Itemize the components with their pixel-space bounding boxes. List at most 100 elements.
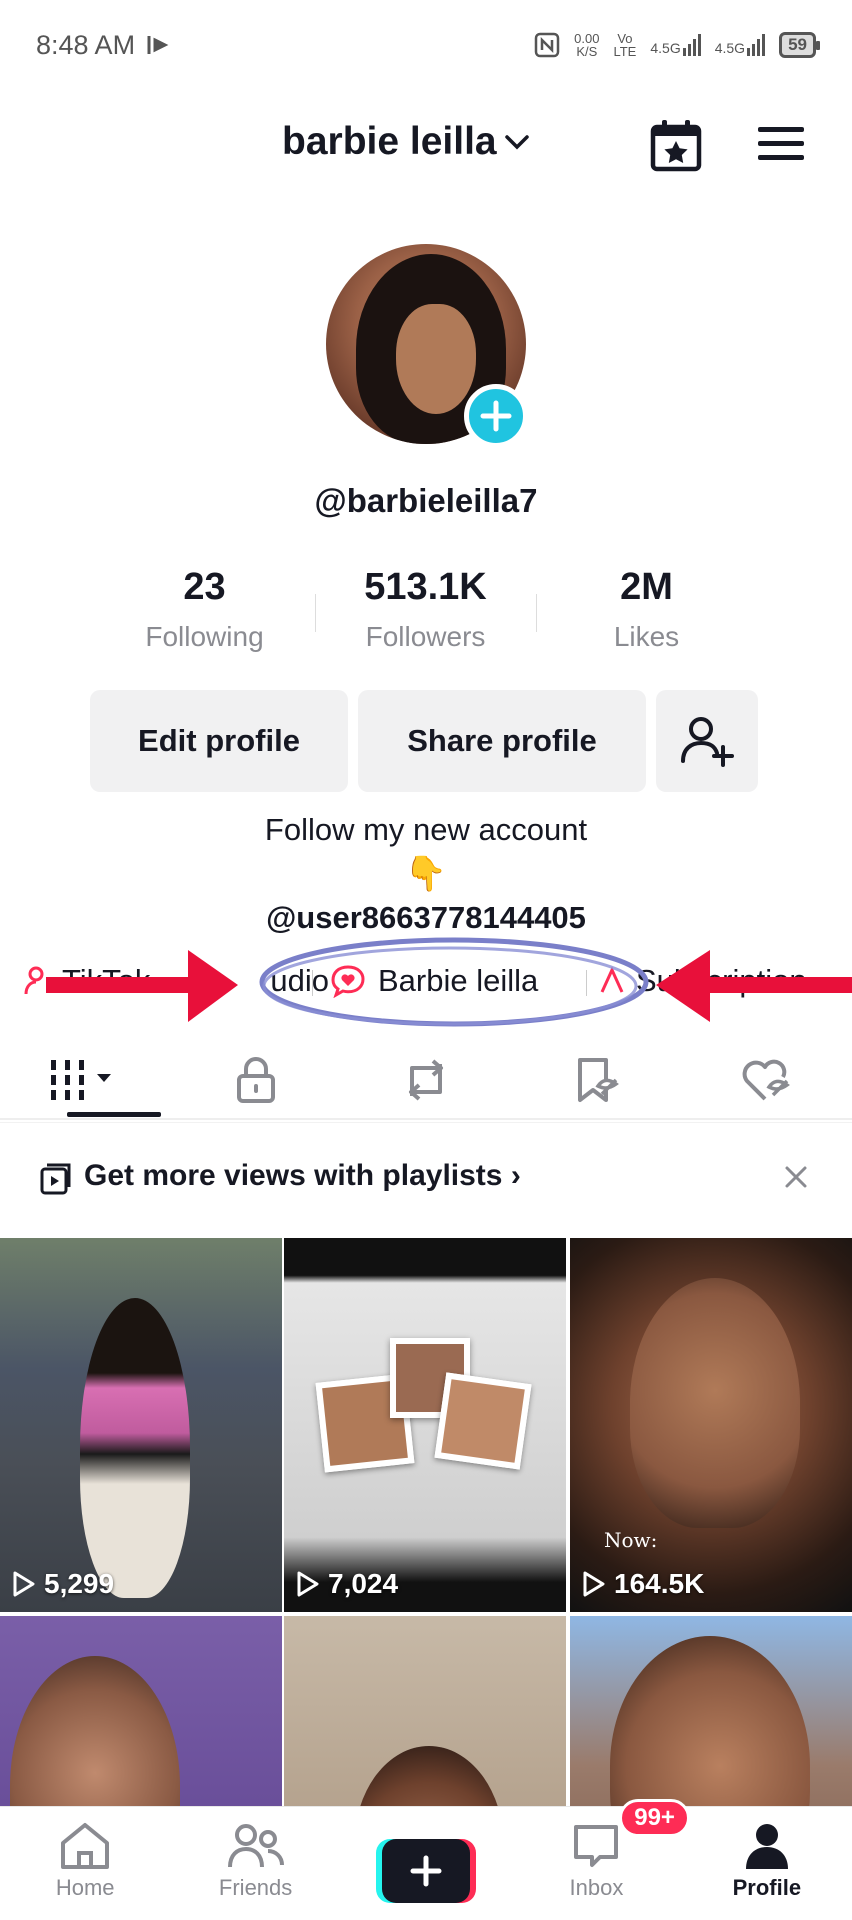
add-story-button[interactable] (464, 384, 528, 448)
bio-emoji: 👇 (404, 855, 448, 893)
chat-heart-icon (331, 965, 365, 998)
edit-profile-button[interactable]: Edit profile (90, 690, 348, 792)
share-profile-button[interactable]: Share profile (358, 690, 646, 792)
status-time: 8:48 AM (36, 29, 136, 60)
avatar-face (396, 304, 476, 414)
stat-label: Followers (365, 621, 486, 652)
link-tiktok-studio[interactable]: TikTok udio (24, 963, 329, 999)
videos-grid-icon (51, 1060, 112, 1100)
link-barbie-leilla[interactable]: Barbie leilla (330, 963, 538, 999)
profile-handle: @barbieleilla7 (314, 482, 538, 519)
playlist-promo-text: Get more views with playlists › (84, 1159, 521, 1193)
nav-profile-label: Profile (732, 1875, 802, 1900)
tab-videos[interactable] (0, 1040, 170, 1120)
stat-label: Following (145, 621, 264, 652)
nav-home-label: Home (55, 1875, 115, 1900)
status-right: 0.00 K/S Vo LTE 4.5G 4.5G 59 (534, 32, 820, 58)
account-switcher[interactable]: barbie leilla (282, 120, 531, 164)
nav-create[interactable] (341, 1807, 511, 1920)
stat-likes[interactable]: 2M Likes (536, 566, 757, 656)
chevron-down-icon (504, 135, 529, 150)
stat-divider (315, 594, 316, 632)
liked-icon (742, 1059, 790, 1101)
profile-icon (745, 1824, 788, 1869)
calendar-star-icon[interactable] (648, 118, 704, 174)
nav-friends-label: Friends (218, 1875, 293, 1900)
nav-profile[interactable]: Profile (682, 1807, 852, 1920)
profile-links-row: TikTok udio Barbie leilla Subscription (0, 958, 852, 1004)
inbox-icon (574, 1825, 619, 1867)
play-icon (13, 1571, 35, 1597)
stat-following[interactable]: 23 Following (94, 566, 315, 656)
signal-2: 4.5G (714, 34, 766, 56)
thumb-figure (80, 1298, 190, 1598)
status-bar: 8:48 AM 0.00 K/S Vo LTE 4.5G 4.5G 59 (0, 0, 852, 90)
profile-stats: 23 Following 513.1K Followers 2M Likes (94, 566, 758, 656)
view-count: 164.5K (582, 1568, 704, 1600)
nfc-icon (534, 32, 560, 58)
thumb-overlay-text: Now: (604, 1528, 658, 1552)
volte-indicator: Vo LTE (613, 32, 636, 58)
thumb-photo (434, 1372, 532, 1470)
video-thumbnail[interactable]: Now: 164.5K (570, 1238, 852, 1612)
nav-inbox-label: Inbox (569, 1875, 624, 1900)
stat-followers[interactable]: 513.1K Followers (315, 566, 536, 656)
add-user-icon (681, 717, 734, 767)
video-thumbnail[interactable]: 7,024 (284, 1238, 566, 1612)
stat-label: Likes (613, 621, 680, 652)
thumb-face (630, 1278, 800, 1528)
plus-icon (480, 400, 512, 432)
tab-reposts[interactable] (341, 1040, 511, 1120)
link-studio-label-left: TikTok (62, 963, 151, 998)
account-name: barbie leilla (282, 120, 497, 163)
plus-icon (410, 1855, 442, 1887)
lock-icon (236, 1057, 275, 1103)
nav-inbox[interactable]: 99+ Inbox (511, 1799, 690, 1920)
thumb-photo-collage (315, 1338, 532, 1488)
net-speed: 0.00 K/S (574, 32, 599, 58)
subscription-icon (600, 966, 624, 993)
studio-person-icon (24, 966, 44, 995)
signal-2-label: 4.5G (714, 40, 746, 56)
chevron-right-icon: › (510, 1159, 521, 1192)
tab-liked[interactable] (682, 1040, 852, 1120)
repost-icon (409, 1059, 444, 1101)
play-icon (297, 1571, 319, 1597)
tab-favorites[interactable] (511, 1040, 681, 1120)
signal-bars-icon (682, 34, 701, 56)
playlist-icon (40, 1163, 71, 1195)
friends-icon (227, 1824, 284, 1868)
view-count: 7,024 (296, 1568, 398, 1600)
net-speed-unit: K/S (576, 44, 598, 59)
stat-value: 23 (183, 566, 226, 608)
stat-value: 2M (620, 566, 673, 608)
playlist-promo-banner[interactable]: Get more views with playlists › (0, 1122, 852, 1238)
view-count-value: 5,299 (44, 1568, 115, 1599)
profile-header: barbie leilla (0, 110, 852, 180)
status-left: 8:48 AM (36, 30, 171, 61)
create-button-body (382, 1839, 471, 1903)
app-notification-icon (147, 36, 169, 54)
signal-1: 4.5G (650, 34, 701, 56)
bio-mention[interactable]: @user8663778144405 (0, 900, 852, 936)
close-icon[interactable] (782, 1163, 810, 1191)
content-tabs (0, 1040, 852, 1120)
link-studio-label-right: udio (270, 963, 330, 998)
bio-line: Follow my new account (264, 812, 588, 847)
playlist-promo-label: Get more views with playlists (84, 1159, 503, 1192)
video-thumbnail[interactable]: 5,299 (0, 1238, 282, 1612)
tab-private[interactable] (170, 1040, 340, 1120)
active-tab-indicator (67, 1112, 161, 1117)
profile-actions: Edit profile Share profile (90, 690, 758, 792)
view-count-value: 7,024 (328, 1568, 399, 1599)
nav-friends[interactable]: Friends (170, 1807, 340, 1920)
home-icon (61, 1823, 110, 1869)
stat-value: 513.1K (364, 566, 487, 608)
nav-home[interactable]: Home (0, 1807, 170, 1920)
add-friends-button[interactable] (656, 690, 758, 792)
create-button[interactable] (376, 1839, 477, 1903)
hamburger-menu-icon[interactable] (756, 124, 806, 164)
link-subscription[interactable]: Subscription (598, 963, 807, 999)
inbox-badge: 99+ (619, 1799, 690, 1837)
link-separator (312, 970, 313, 996)
